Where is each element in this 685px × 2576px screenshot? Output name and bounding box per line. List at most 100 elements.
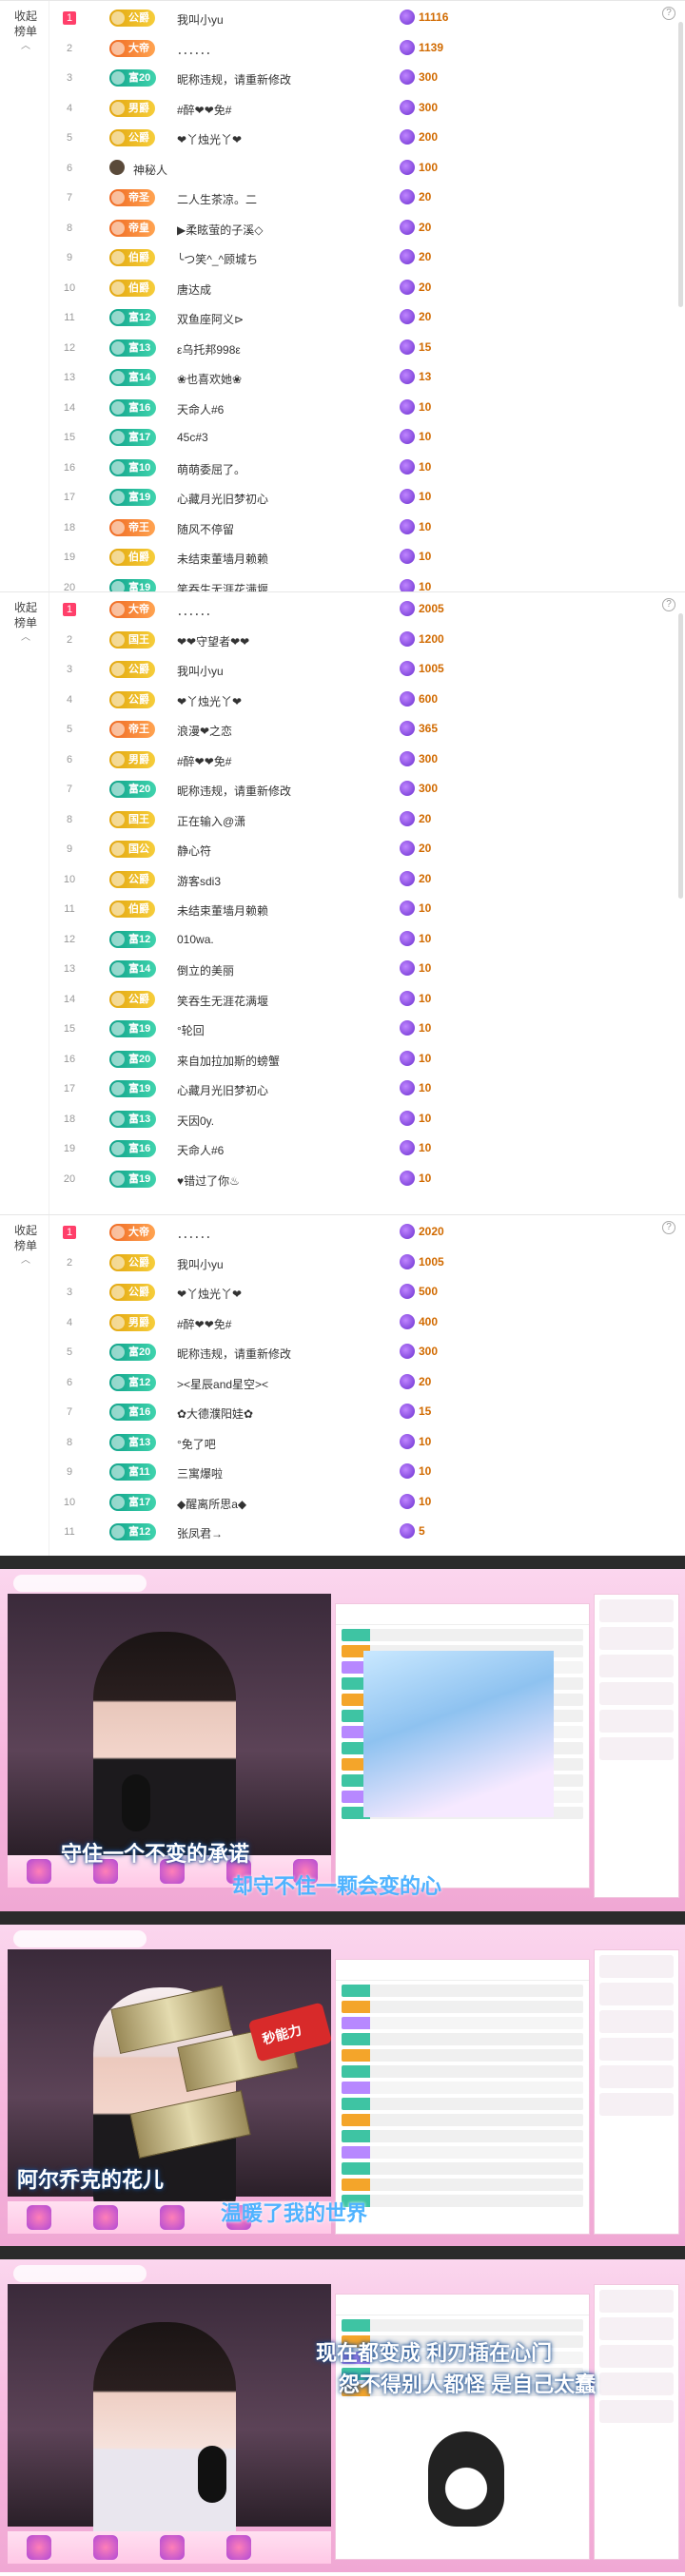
ranking-row[interactable]: 4 男爵 #醉❤❤免# 300 — [57, 93, 666, 124]
ranking-row[interactable]: 1 大帝 ．．．．．． 2005 — [57, 594, 666, 625]
ranking-row[interactable]: 16 富20 来自加拉加斯的螃蟹 10 — [57, 1044, 666, 1075]
ranking-row[interactable]: 15 富19 °轮回 10 — [57, 1014, 666, 1044]
gift-icon[interactable] — [27, 2205, 51, 2230]
user-name[interactable]: 心藏月光旧梦初心 — [177, 1082, 268, 1098]
ranking-row[interactable]: 20 富19 笑吞生无涯花满堰 10 — [57, 572, 666, 592]
ranking-row[interactable]: 19 富16 天命人#6 10 — [57, 1133, 666, 1164]
ranking-row[interactable]: 8 帝皇 ▶柔眩萤的子溪◇ 20 — [57, 213, 666, 243]
gift-icon[interactable] — [93, 2205, 118, 2230]
user-name[interactable]: ❤❤守望者❤❤ — [177, 633, 249, 649]
ranking-row[interactable]: 17 富19 心藏月光旧梦初心 10 — [57, 482, 666, 513]
ranking-row[interactable]: 3 公爵 我叫小yu 1005 — [57, 654, 666, 685]
ranking-row[interactable]: 8 国王 正在输入@潇 20 — [57, 804, 666, 835]
user-name[interactable]: ♥错过了你♨ — [177, 1172, 240, 1189]
anchor-info[interactable] — [13, 1930, 147, 1947]
ranking-row[interactable]: 10 公爵 游客sdi3 20 — [57, 864, 666, 895]
ranking-row[interactable]: 7 富20 昵称违规，请重新修改 300 — [57, 774, 666, 804]
user-name[interactable]: 昵称违规，请重新修改 — [177, 1346, 291, 1362]
user-name[interactable]: 未结束董墙月赖赖 — [177, 902, 268, 919]
ranking-row[interactable]: 11 富12 张凤君→ 5 — [57, 1517, 666, 1547]
user-name[interactable]: 010wa. — [177, 933, 214, 946]
user-name[interactable]: ．．．．．． — [177, 1226, 217, 1242]
ranking-row[interactable]: 4 公爵 ❤丫烛光丫❤ 600 — [57, 685, 666, 715]
user-name[interactable]: 来自加拉加斯的螃蟹 — [177, 1053, 280, 1069]
ranking-row[interactable]: 18 帝王 随风不停留 10 — [57, 513, 666, 543]
ranking-row[interactable]: 7 富16 ✿大德濮阳娃✿ 15 — [57, 1397, 666, 1427]
anchor-info[interactable] — [13, 1575, 147, 1592]
user-name[interactable]: ε乌托邦998ε — [177, 341, 241, 358]
ranking-row[interactable]: 5 帝王 浪漫❤之恋 365 — [57, 714, 666, 745]
ranking-row[interactable]: 2 大帝 ．．．．．． 1139 — [57, 33, 666, 64]
user-name[interactable]: ✿大德濮阳娃✿ — [177, 1405, 253, 1422]
user-name[interactable]: 我叫小yu — [177, 1256, 224, 1272]
user-name[interactable]: 我叫小yu — [177, 663, 224, 679]
ranking-row[interactable]: 7 帝圣 二人生茶凉。二 20 — [57, 183, 666, 213]
gift-icon[interactable] — [27, 1859, 51, 1884]
ranking-row[interactable]: 13 富14 倒立的美丽 10 — [57, 954, 666, 984]
user-name[interactable]: 二人生茶凉。二 — [177, 191, 257, 207]
ranking-row[interactable]: 3 富20 昵称违规，请重新修改 300 — [57, 63, 666, 93]
ranking-row[interactable]: 20 富19 ♥错过了你♨ 10 — [57, 1164, 666, 1194]
ranking-row[interactable]: 11 富12 双鱼座阿义⊳ 20 — [57, 302, 666, 333]
ranking-row[interactable]: 12 富12 010wa. 10 — [57, 924, 666, 955]
ranking-row[interactable]: 13 富14 ❀也喜欢她❀ 13 — [57, 362, 666, 393]
gift-icon[interactable] — [93, 2535, 118, 2560]
video-player[interactable] — [8, 1949, 331, 2216]
ranking-row[interactable]: 6 神秘人 100 — [57, 153, 666, 184]
ranking-row[interactable]: 10 伯爵 唐达成 20 — [57, 273, 666, 303]
user-name[interactable]: 天因0y. — [177, 1113, 214, 1129]
ranking-row[interactable]: 6 富12 ><星辰and星空>< 20 — [57, 1367, 666, 1398]
user-name[interactable]: ❤丫烛光丫❤ — [177, 131, 242, 147]
user-name[interactable]: 天命人#6 — [177, 401, 224, 417]
ranking-row[interactable]: 19 伯爵 未结束董墙月赖赖 10 — [57, 542, 666, 572]
ranking-row[interactable]: 4 男爵 #醉❤❤免# 400 — [57, 1307, 666, 1338]
anchor-info[interactable] — [13, 2265, 147, 2282]
collapse-ranking-button[interactable]: 收起榜单 ︿ — [11, 9, 40, 54]
user-name[interactable]: ◆醒离所思a◆ — [177, 1496, 246, 1512]
user-name[interactable]: 唐达成 — [177, 281, 211, 298]
user-name[interactable]: ><星辰and星空>< — [177, 1376, 268, 1392]
ranking-row[interactable]: 14 公爵 笑吞生无涯花满堰 10 — [57, 984, 666, 1015]
ranking-row[interactable]: 17 富19 心藏月光旧梦初心 10 — [57, 1074, 666, 1104]
ranking-row[interactable]: 6 男爵 #醉❤❤免# 300 — [57, 745, 666, 775]
ranking-row[interactable]: 12 富13 ε乌托邦998ε 15 — [57, 333, 666, 363]
user-name[interactable]: 张凤君→ — [177, 1525, 223, 1541]
video-player[interactable] — [8, 1594, 331, 1860]
ranking-row[interactable]: 2 公爵 我叫小yu 1005 — [57, 1248, 666, 1278]
ranking-row[interactable]: 5 公爵 ❤丫烛光丫❤ 200 — [57, 123, 666, 153]
user-name[interactable]: 静心符 — [177, 843, 211, 859]
ranking-row[interactable]: 11 伯爵 未结束董墙月赖赖 10 — [57, 894, 666, 924]
user-name[interactable]: 双鱼座阿义⊳ — [177, 311, 244, 327]
ranking-row[interactable]: 5 富20 昵称违规，请重新修改 300 — [57, 1337, 666, 1367]
gift-icon[interactable] — [27, 2535, 51, 2560]
ranking-row[interactable]: 18 富13 天因0y. 10 — [57, 1104, 666, 1134]
collapse-ranking-button[interactable]: 收起榜单 ︿ — [11, 1223, 40, 1269]
user-name[interactable]: ．．．．．． — [177, 603, 217, 619]
user-name[interactable]: ▶柔眩萤的子溪◇ — [177, 222, 263, 238]
user-name[interactable]: °免了吧 — [177, 1436, 216, 1452]
gift-icon[interactable] — [160, 2205, 185, 2230]
collapse-ranking-button[interactable]: 收起榜单 ︿ — [11, 600, 40, 646]
ranking-row[interactable]: 10 富17 ◆醒离所思a◆ 10 — [57, 1487, 666, 1518]
user-name[interactable]: 浪漫❤之恋 — [177, 723, 232, 739]
user-name[interactable]: 随风不停留 — [177, 521, 234, 537]
user-name[interactable]: 心藏月光旧梦初心 — [177, 491, 268, 507]
user-name[interactable]: 神秘人 — [133, 162, 167, 178]
user-name[interactable]: #醉❤❤免# — [177, 102, 231, 118]
ranking-row[interactable]: 2 国王 ❤❤守望者❤❤ 1200 — [57, 625, 666, 655]
user-name[interactable]: 我叫小yu — [177, 11, 224, 28]
ranking-row[interactable]: 15 富17 45c#3 10 — [57, 422, 666, 453]
user-name[interactable]: ❤丫烛光丫❤ — [177, 1286, 242, 1302]
user-name[interactable]: 昵称违规，请重新修改 — [177, 71, 291, 87]
ranking-row[interactable]: 3 公爵 ❤丫烛光丫❤ 500 — [57, 1277, 666, 1307]
user-name[interactable]: °轮回 — [177, 1022, 205, 1038]
user-name[interactable]: ❤丫烛光丫❤ — [177, 693, 242, 709]
user-name[interactable]: 笑吞生无涯花满堰 — [177, 993, 268, 1009]
user-name[interactable]: 笑吞生无涯花满堰 — [177, 581, 268, 592]
scrollbar[interactable] — [678, 22, 683, 307]
ranking-row[interactable]: 16 富10 萌萌委屈了。 10 — [57, 453, 666, 483]
user-name[interactable]: ．．．．．． — [177, 42, 217, 58]
scrollbar[interactable] — [678, 613, 683, 899]
ranking-row[interactable]: 9 富11 三寓爆啦 10 — [57, 1457, 666, 1487]
video-player[interactable] — [8, 2284, 331, 2550]
